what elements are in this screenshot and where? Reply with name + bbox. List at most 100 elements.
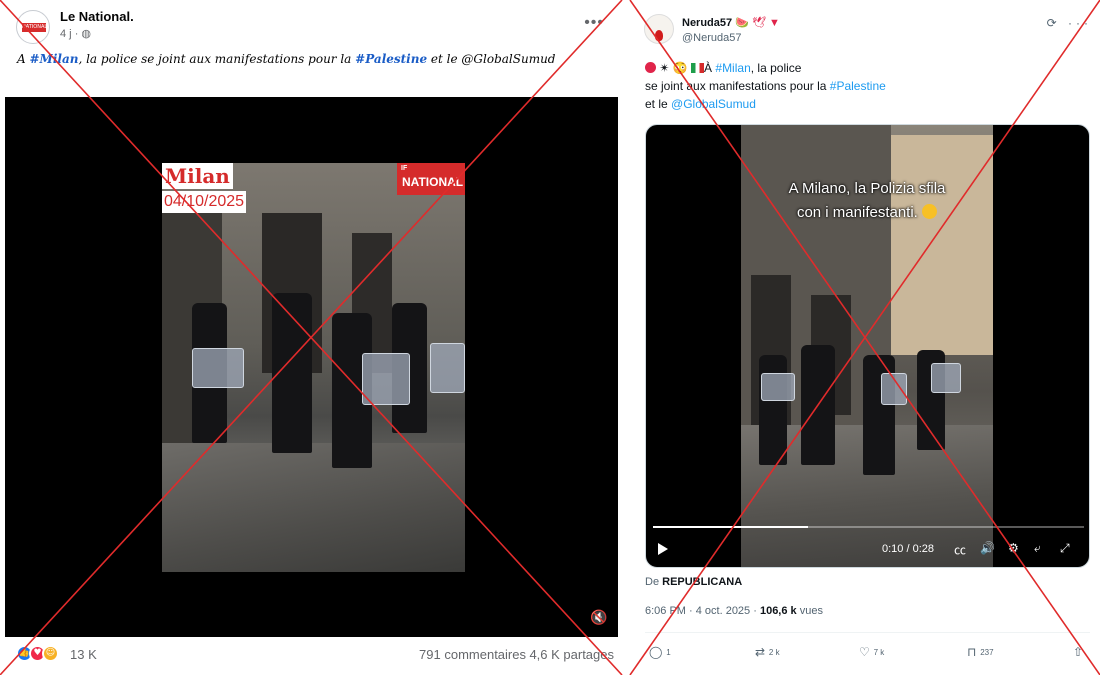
post-text-line-2: se joint aux manifestations pour la #Pal… xyxy=(645,77,1045,95)
text-line2: se joint aux manifestations pour la xyxy=(645,79,830,93)
astonished-emoji-icon: 😳 xyxy=(672,61,688,75)
video-controls: 0:10 / 0:28 ㏄ 🔊 ⚙ ⤶ ⤢ xyxy=(646,539,1089,561)
street xyxy=(162,443,465,572)
hashtag-milan[interactable]: #Milan xyxy=(715,61,750,75)
reaction-count[interactable]: 13 K xyxy=(70,647,97,662)
caption-middle: , la police se joint aux manifestations … xyxy=(78,52,356,66)
post-caption: A #Milan, la police se joint aux manifes… xyxy=(17,51,577,68)
post-video[interactable]: A Milano, la Polizia sfila con i manifes… xyxy=(645,124,1090,568)
riot-shield xyxy=(192,348,244,388)
more-options-icon[interactable]: ••• xyxy=(584,14,604,32)
video-time: 0:10 / 0:28 xyxy=(882,543,934,555)
video-source: De REPUBLICANA xyxy=(645,576,742,588)
post-footer: 👍 ♥ ☺ 13 K 791 commentaires 4,6 K partag… xyxy=(10,643,614,667)
display-name[interactable]: Neruda57 🍉 🕊 ▼ xyxy=(682,16,780,29)
views-count: 106,6 k xyxy=(759,605,797,617)
hashtag-palestine[interactable]: #Palestine xyxy=(830,79,886,93)
divider xyxy=(645,632,1090,633)
user-handle[interactable]: @Neruda57 xyxy=(682,32,741,44)
video-progress-bar[interactable] xyxy=(653,526,1084,528)
repost-icon: ⇄ xyxy=(755,645,766,659)
video-frame: Milan 04/10/2025 IF NATIONAL xyxy=(162,163,465,572)
captions-icon[interactable]: ㏄ xyxy=(954,541,966,558)
page-name[interactable]: Le National. xyxy=(60,9,134,24)
caption-prefix: A xyxy=(17,52,30,66)
post-video[interactable]: Milan 04/10/2025 IF NATIONAL 🔇 xyxy=(5,97,618,637)
avatar-pepper-icon xyxy=(655,30,663,41)
bookmark-button[interactable]: ⊓ 237 xyxy=(967,645,994,659)
facebook-post: NATIONAL Le National. 4 j · ◍ ••• A #Mil… xyxy=(0,0,622,675)
repost-count: 2 k xyxy=(768,648,780,657)
post-text: ✴ 😳 À #Milan, la police se joint aux man… xyxy=(645,59,1045,113)
hashtag-milan[interactable]: #Milan xyxy=(29,52,78,66)
officer-figure xyxy=(759,355,787,465)
x-post: Neruda57 🍉 🕊 ▼ @Neruda57 ⟳ ··· ✴ 😳 À #Mi… xyxy=(630,0,1100,675)
officer-figure xyxy=(272,293,312,453)
display-name-text: Neruda57 xyxy=(682,17,733,29)
settings-icon[interactable]: ⚙ xyxy=(1008,541,1019,555)
action-bar: ◯ 1 ⇄ 2 k ♡ 7 k ⊓ 237 ⇧ xyxy=(645,645,1090,665)
globe-icon: · ◍ xyxy=(74,28,92,40)
officer-figure xyxy=(801,345,835,465)
post-timestamp: 6:06 PM · 4 oct. 2025 · 106,6 k vues xyxy=(645,605,823,617)
page-avatar[interactable]: NATIONAL xyxy=(16,10,50,44)
post-header: NATIONAL Le National. 4 j · ◍ ••• xyxy=(14,8,612,44)
avatar-logo-text: NATIONAL xyxy=(22,23,48,32)
video-caption-line-1: A Milano, la Polizia sfila xyxy=(788,180,946,197)
care-reaction-icon: ☺ xyxy=(42,645,59,662)
bookmark-icon: ⊓ xyxy=(967,645,977,659)
volume-icon[interactable]: 🔊 xyxy=(980,541,995,555)
like-button[interactable]: ♡ 7 k xyxy=(859,645,884,659)
video-caption-line-2: con i manifestanti. xyxy=(741,201,993,225)
share-icon[interactable]: ⇧ xyxy=(1073,645,1083,659)
source-name[interactable]: REPUBLICANA xyxy=(662,576,742,588)
name-emoji-icons: 🍉 🕊 ▼ xyxy=(735,17,780,29)
video-progress-fill xyxy=(653,526,809,528)
repost-button[interactable]: ⇄ 2 k xyxy=(755,645,780,659)
post-text-line-3: et le @GlobalSumud xyxy=(645,95,1045,113)
grok-and-more-icons[interactable]: ⟳ ··· xyxy=(1047,16,1092,30)
caption-suffix: et le @GlobalSumud xyxy=(427,52,556,66)
red-circle-emoji-icon xyxy=(645,62,656,73)
post-meta: 4 j · ◍ xyxy=(60,27,91,40)
views-label: vues xyxy=(796,605,823,617)
bookmark-count: 237 xyxy=(980,648,994,657)
reply-icon: ◯ xyxy=(649,645,663,659)
play-icon[interactable] xyxy=(658,543,668,555)
smiley-emoji-icon xyxy=(922,204,938,219)
picture-in-picture-icon[interactable]: ⤶ xyxy=(1034,541,1041,556)
explosion-emoji-icon: ✴ xyxy=(659,61,670,75)
riot-shield xyxy=(761,373,795,401)
video-logo-small-text: IF xyxy=(401,165,408,172)
video-frame: A Milano, la Polizia sfila con i manifes… xyxy=(741,125,993,567)
hashtag-palestine[interactable]: #Palestine xyxy=(355,52,427,66)
post-text-line-1: ✴ 😳 À #Milan, la police xyxy=(645,59,1045,77)
riot-shield xyxy=(881,373,907,405)
reactions[interactable]: 👍 ♥ ☺ xyxy=(16,645,64,663)
video-channel-logo: IF NATIONAL xyxy=(397,163,465,195)
text-mid: , la police xyxy=(750,61,802,75)
comment-count[interactable]: 791 commentaires xyxy=(419,647,526,662)
video-logo-text: NATIONAL xyxy=(402,175,464,189)
video-city-label: Milan xyxy=(162,163,233,189)
source-prefix: De xyxy=(645,576,660,588)
video-caption-overlay: A Milano, la Polizia sfila con i manifes… xyxy=(741,177,993,225)
video-date-label: 04/10/2025 xyxy=(162,191,247,213)
share-count[interactable]: 4,6 K partages xyxy=(529,647,614,662)
riot-shield xyxy=(430,343,465,393)
riot-shield xyxy=(362,353,410,405)
user-avatar[interactable] xyxy=(644,14,674,44)
italy-flag-icon xyxy=(691,63,705,73)
post-timestamp[interactable]: 4 j xyxy=(60,28,72,40)
mention-globalsumud[interactable]: @GlobalSumud xyxy=(671,97,756,111)
fullscreen-icon[interactable]: ⤢ xyxy=(1060,541,1070,556)
text-line3: et le xyxy=(645,97,672,111)
text-prefix: À xyxy=(704,61,716,75)
reply-button[interactable]: ◯ 1 xyxy=(649,645,671,659)
building-right xyxy=(891,135,993,355)
reply-count: 1 xyxy=(666,648,671,657)
heart-icon: ♡ xyxy=(859,645,870,659)
mute-icon[interactable]: 🔇 xyxy=(590,609,607,625)
timestamp-text[interactable]: 6:06 PM · 4 oct. 2025 · xyxy=(645,605,760,617)
like-count: 7 k xyxy=(873,648,885,657)
